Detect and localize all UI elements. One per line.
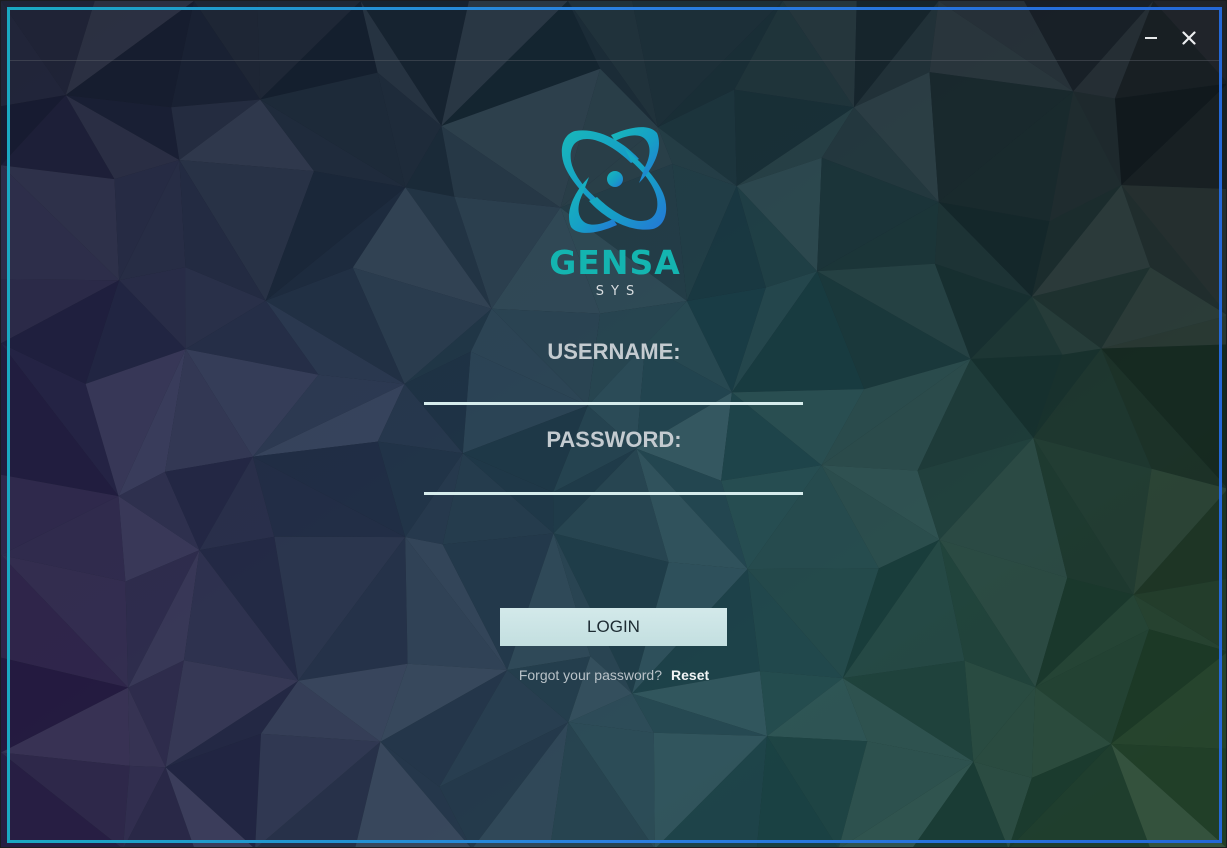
username-input[interactable] — [424, 375, 803, 405]
forgot-password-row: Forgot your password? Reset — [424, 667, 804, 683]
login-window: GENSA SYS USERNAME: PASSWORD: LOGIN Forg… — [0, 0, 1227, 848]
brand-subtitle: SYS — [595, 284, 642, 299]
password-input[interactable] — [424, 465, 803, 495]
reset-password-link[interactable]: Reset — [671, 667, 709, 683]
forgot-password-text: Forgot your password? — [518, 667, 663, 683]
close-button[interactable] — [1175, 24, 1203, 52]
title-bar[interactable] — [10, 10, 1219, 61]
close-icon — [1182, 31, 1196, 45]
username-label: USERNAME: — [547, 339, 681, 364]
atom-orbit-logo-icon — [561, 127, 667, 233]
minimize-button[interactable] — [1137, 24, 1165, 52]
minimize-icon — [1145, 37, 1157, 39]
password-label: PASSWORD: — [546, 427, 682, 452]
login-button[interactable]: LOGIN — [500, 608, 727, 646]
brand-name: GENSA — [549, 243, 681, 282]
